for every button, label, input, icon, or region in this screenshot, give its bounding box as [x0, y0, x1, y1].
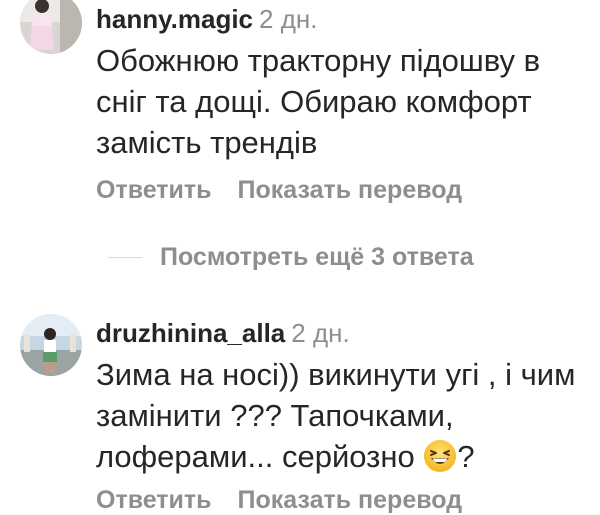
comment-text-main: Зима на носі)) викинути угі , і чим замі… [96, 357, 576, 474]
comment-text-end: ? [457, 439, 475, 474]
view-more-replies-label: Посмотреть ещё 3 ответа [160, 242, 474, 271]
avatar-hanny-magic[interactable] [20, 0, 82, 54]
comment-text: Обожнюю тракторну підошву в сніг та дощі… [96, 43, 541, 160]
show-translation-button[interactable]: Показать перевод [238, 176, 463, 204]
reply-button[interactable]: Ответить [96, 486, 212, 514]
reply-button[interactable]: Ответить [96, 176, 212, 204]
comment-timestamp: 2 дн. [291, 318, 350, 348]
replies-divider-line [108, 256, 142, 258]
comment-timestamp: 2 дн. [259, 4, 318, 34]
avatar-druzhinina-alla[interactable] [20, 314, 82, 376]
view-more-replies-button[interactable]: Посмотреть ещё 3 ответа [108, 240, 474, 274]
comment-username[interactable]: hanny.magic [96, 4, 253, 34]
comment-username[interactable]: druzhinina_alla [96, 318, 285, 348]
grinning-squinting-face-icon [423, 439, 457, 473]
comment-text: Зима на носі)) викинути угі , і чим замі… [96, 354, 588, 477]
show-translation-button[interactable]: Показать перевод [238, 486, 463, 514]
